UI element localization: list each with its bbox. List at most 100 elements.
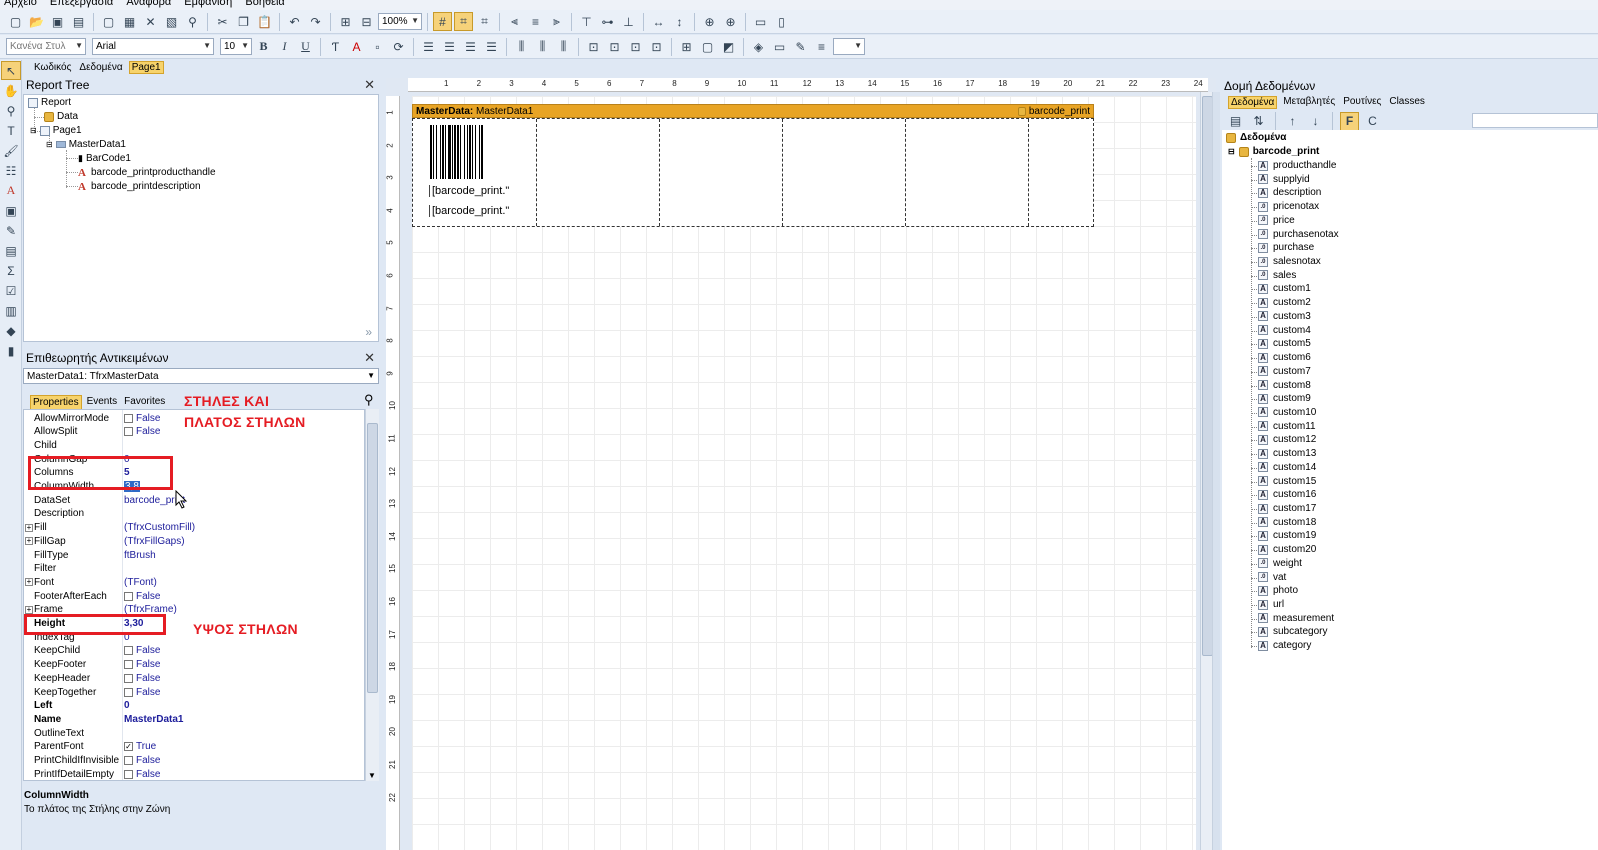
property-row[interactable]: Left 0 bbox=[24, 699, 364, 713]
text-center-icon[interactable]: ☰ bbox=[440, 37, 459, 56]
subreport-tool-icon[interactable]: ▤ bbox=[1, 241, 21, 260]
tab-classes[interactable]: Classes bbox=[1387, 96, 1427, 109]
font-color-icon[interactable]: A bbox=[347, 37, 366, 56]
cut-icon[interactable]: ✂ bbox=[213, 12, 232, 31]
new-page-icon[interactable]: ▢ bbox=[99, 12, 118, 31]
copy-icon[interactable]: ❐ bbox=[234, 12, 253, 31]
barcode-object[interactable] bbox=[430, 125, 508, 179]
data-field[interactable]: Acustom15 bbox=[1258, 476, 1316, 487]
data-field[interactable]: Acustom12 bbox=[1258, 434, 1316, 445]
expand-icon[interactable]: + bbox=[25, 537, 33, 546]
data-field[interactable]: .0 pricenotax bbox=[1258, 201, 1319, 212]
tree-item-masterdata1[interactable]: ⊟ MasterData1 bbox=[46, 139, 126, 150]
tree-item-data[interactable]: Data bbox=[44, 111, 78, 122]
property-row[interactable]: PrintIfDetailEmpty False bbox=[24, 767, 364, 780]
collapse-icon[interactable]: ⊟ bbox=[1228, 147, 1235, 156]
align-top-icon[interactable]: ⊤ bbox=[577, 12, 596, 31]
property-value[interactable]: False bbox=[124, 673, 160, 684]
property-value[interactable]: False bbox=[124, 645, 160, 656]
show-grid-icon[interactable]: # bbox=[433, 12, 452, 31]
data-field[interactable]: .0 purchasenotax bbox=[1258, 229, 1339, 240]
highlight-icon[interactable]: ▫ bbox=[368, 37, 387, 56]
data-field[interactable]: Acustom17 bbox=[1258, 503, 1316, 514]
frame-none-icon[interactable]: ▢ bbox=[698, 37, 717, 56]
data-field[interactable]: .0 purchase bbox=[1258, 242, 1314, 253]
property-row[interactable]: ParentFont ✓ True bbox=[24, 740, 364, 754]
font-name-select[interactable]: Arial bbox=[92, 38, 214, 55]
collapse-icon[interactable]: ⊟ bbox=[30, 126, 37, 135]
preview-icon[interactable]: ▤ bbox=[69, 12, 88, 31]
database-icon[interactable]: ▤ bbox=[1226, 112, 1245, 131]
tree-item-description[interactable]: A barcode_printdescription bbox=[78, 181, 201, 192]
redo-icon[interactable]: ↷ bbox=[306, 12, 325, 31]
tree-item-report[interactable]: Report bbox=[28, 97, 71, 108]
data-field[interactable]: Acustom4 bbox=[1258, 325, 1311, 336]
property-value[interactable]: False bbox=[124, 413, 160, 424]
tab-events[interactable]: Events bbox=[85, 395, 120, 410]
fit-grid-icon[interactable]: ⌗ bbox=[475, 12, 494, 31]
line-style-icon[interactable]: ≡ bbox=[812, 37, 831, 56]
property-row[interactable]: Description bbox=[24, 507, 364, 521]
italic-icon[interactable]: I bbox=[275, 37, 294, 56]
data-field[interactable]: Acustom10 bbox=[1258, 407, 1316, 418]
splitter[interactable] bbox=[1212, 92, 1220, 850]
data-field[interactable]: Acustom2 bbox=[1258, 297, 1311, 308]
group-icon[interactable]: ⊞ bbox=[336, 12, 355, 31]
property-row[interactable]: Name MasterData1 bbox=[24, 712, 364, 726]
property-value[interactable]: (TfrxFillGaps) bbox=[124, 536, 185, 547]
property-value[interactable]: ftBrush bbox=[124, 550, 156, 561]
align-right-icon[interactable]: ⫸ bbox=[547, 12, 566, 31]
property-row[interactable]: Filter bbox=[24, 562, 364, 576]
data-field[interactable]: Adescription bbox=[1258, 187, 1321, 198]
close-icon[interactable]: ✕ bbox=[364, 77, 375, 93]
tab-datasets[interactable]: Δεδομένα bbox=[1228, 96, 1278, 109]
data-field[interactable]: Aproducthandle bbox=[1258, 160, 1336, 171]
align-grid-icon[interactable]: ⌗ bbox=[454, 12, 473, 31]
checkbox[interactable] bbox=[124, 769, 133, 779]
property-row[interactable]: PrintChildIfInvisible False bbox=[24, 754, 364, 768]
data-search-input[interactable] bbox=[1472, 113, 1598, 128]
property-value[interactable]: False bbox=[124, 755, 160, 766]
pen-color-icon[interactable]: ✎ bbox=[791, 37, 810, 56]
property-row[interactable]: + FillGap (TfrxFillGaps) bbox=[24, 534, 364, 548]
space-v-icon[interactable]: ↕ bbox=[670, 12, 689, 31]
same-width-icon[interactable]: ▭ bbox=[751, 12, 770, 31]
property-value[interactable]: (TfrxCustomFill) bbox=[124, 522, 195, 533]
data-field[interactable]: Acustom13 bbox=[1258, 448, 1316, 459]
draw-tool-icon[interactable]: ✎ bbox=[1, 221, 21, 240]
space-h-icon[interactable]: ↔ bbox=[649, 12, 668, 31]
property-row[interactable]: KeepFooter False bbox=[24, 658, 364, 672]
line-width-select[interactable] bbox=[833, 38, 865, 55]
delete-page-icon[interactable]: ✕ bbox=[141, 12, 160, 31]
underline-icon[interactable]: U bbox=[296, 37, 315, 56]
frame-bottom-icon[interactable]: ⊡ bbox=[605, 37, 624, 56]
paste-icon[interactable]: 📋 bbox=[255, 12, 274, 31]
property-value[interactable]: MasterData1 bbox=[124, 714, 183, 725]
sum-tool-icon[interactable]: Σ bbox=[1, 261, 21, 280]
data-field[interactable]: .0 vat bbox=[1258, 572, 1286, 583]
data-field[interactable]: Acustom3 bbox=[1258, 311, 1311, 322]
data-field[interactable]: Acustom7 bbox=[1258, 366, 1311, 377]
text-right-icon[interactable]: ☰ bbox=[461, 37, 480, 56]
checkbox[interactable] bbox=[124, 413, 133, 423]
property-row[interactable]: + Fill (TfrxCustomFill) bbox=[24, 521, 364, 535]
data-field[interactable]: Aurl bbox=[1258, 599, 1284, 610]
data-field[interactable]: Acustom14 bbox=[1258, 462, 1316, 473]
menu-help[interactable]: Βοήθεια bbox=[245, 0, 284, 8]
data-field[interactable]: .0 salesnotax bbox=[1258, 256, 1321, 267]
object-select[interactable]: MasterData1: TfrxMasterData bbox=[23, 368, 379, 384]
same-height-icon[interactable]: ▯ bbox=[772, 12, 791, 31]
menu-report[interactable]: Αναφορά bbox=[126, 0, 171, 8]
property-row[interactable]: KeepHeader False bbox=[24, 671, 364, 685]
center-v-icon[interactable]: ⊕ bbox=[721, 12, 740, 31]
property-value[interactable]: (TFont) bbox=[124, 577, 157, 588]
rotate-icon[interactable]: ⟳ bbox=[389, 37, 408, 56]
select-tool-icon[interactable]: ↖ bbox=[1, 61, 21, 80]
tree-item-page1[interactable]: ⊟ Page1 bbox=[30, 125, 82, 136]
barcode-tool-icon[interactable]: ▮ bbox=[1, 341, 21, 360]
tab-properties[interactable]: Properties bbox=[30, 395, 82, 410]
sort-asc-icon[interactable]: ↑ bbox=[1283, 112, 1302, 131]
checkbox[interactable] bbox=[124, 687, 133, 697]
data-field[interactable]: Acustom11 bbox=[1258, 421, 1316, 432]
frame-color-icon[interactable]: ▭ bbox=[770, 37, 789, 56]
